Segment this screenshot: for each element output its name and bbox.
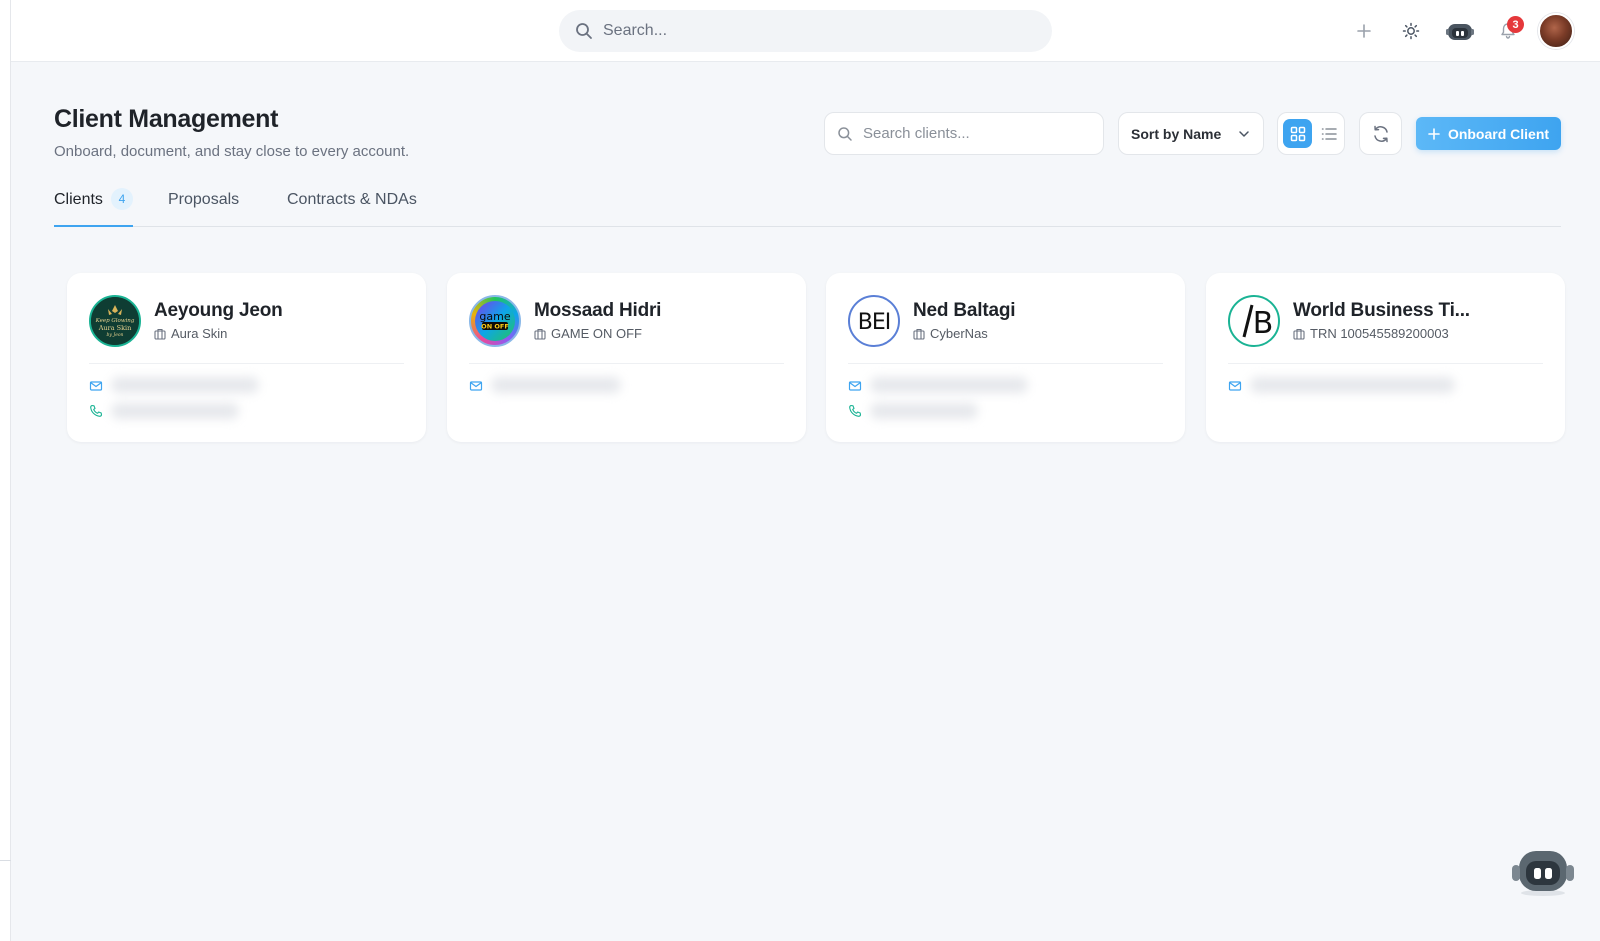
phone-redacted [111, 403, 239, 419]
onboard-client-button[interactable]: Onboard Client [1416, 117, 1561, 150]
email-redacted [491, 377, 621, 393]
client-company-label: CyberNas [930, 326, 988, 341]
tab-clients[interactable]: Clients [54, 191, 103, 209]
view-toggle [1277, 112, 1345, 155]
building-icon [913, 328, 925, 340]
list-icon [1321, 127, 1337, 140]
client-company: Aura Skin [154, 326, 227, 341]
svg-text:ON OFF: ON OFF [481, 323, 509, 331]
global-search-input[interactable] [603, 10, 1033, 52]
client-logo: BEI [848, 295, 900, 347]
client-name: Aeyoung Jeon [154, 300, 283, 321]
client-card[interactable]: BEI Ned Baltagi CyberNas [826, 273, 1185, 442]
email-redacted [111, 377, 259, 393]
floating-assistant-button[interactable] [1510, 847, 1574, 897]
email-redacted [1250, 377, 1455, 393]
tab-contracts[interactable]: Contracts & NDAs [287, 191, 417, 209]
page-subtitle: Onboard, document, and stay close to eve… [54, 143, 410, 160]
logo-lettering: B [1253, 306, 1274, 341]
client-company: CyberNas [913, 326, 988, 341]
refresh-button[interactable] [1359, 112, 1402, 155]
mail-icon [89, 381, 103, 391]
mail-icon [469, 381, 483, 391]
search-icon [575, 22, 593, 40]
mail-icon [1228, 381, 1242, 391]
building-icon [534, 328, 546, 340]
building-icon [1293, 328, 1305, 340]
theme-toggle-button[interactable] [1396, 16, 1426, 46]
phone-icon [849, 404, 862, 417]
client-company-label: GAME ON OFF [551, 326, 642, 341]
mail-icon [848, 381, 862, 391]
phone-icon [90, 404, 103, 417]
grid-icon [1290, 126, 1305, 141]
tab-contracts-label: Contracts & NDAs [287, 191, 417, 208]
tab-clients-label: Clients [54, 191, 103, 208]
building-icon [154, 328, 166, 340]
client-company-label: Aura Skin [171, 326, 228, 341]
assistant-button[interactable] [1443, 16, 1477, 46]
search-icon [837, 126, 853, 142]
logo-lettering: BEI [858, 310, 890, 335]
onboard-client-label: Onboard Client [1447, 125, 1550, 142]
email-redacted [870, 377, 1028, 393]
app-main: 3 Client Management Onboard, document, a… [11, 0, 1600, 941]
left-rail [0, 0, 11, 941]
client-search-input[interactable] [863, 113, 1093, 154]
sort-dropdown[interactable]: Sort by Name [1118, 112, 1264, 155]
notification-badge: 3 [1507, 16, 1524, 33]
client-card[interactable]: Keep Glowing Aura Skin by Jeon Aeyoung J… [67, 273, 426, 442]
global-search[interactable] [559, 10, 1052, 52]
client-logo: game ON OFF [469, 295, 521, 347]
sort-label: Sort by Name [1131, 125, 1222, 142]
client-card[interactable]: game ON OFF Mossaad Hidri GAME ON OFF [447, 273, 806, 442]
clients-count-badge: 4 [111, 188, 133, 210]
refresh-icon [1373, 125, 1388, 142]
client-search[interactable] [824, 112, 1104, 155]
client-name: Ned Baltagi [913, 300, 1016, 321]
top-bar: 3 [11, 0, 1600, 62]
client-name: Mossaad Hidri [534, 300, 662, 321]
grid-view-button[interactable] [1283, 119, 1312, 148]
svg-text:Aura Skin: Aura Skin [98, 324, 132, 332]
tab-proposals[interactable]: Proposals [168, 191, 239, 209]
plus-icon [1428, 127, 1440, 140]
client-card[interactable]: B World Business Ti... TRN 1005455892000… [1206, 273, 1565, 442]
tab-proposals-label: Proposals [168, 191, 240, 208]
client-logo: B [1228, 295, 1280, 347]
client-logo: Keep Glowing Aura Skin by Jeon [89, 295, 141, 347]
robot-icon [1512, 851, 1574, 896]
card-divider [1228, 363, 1543, 364]
active-tab-indicator [54, 225, 133, 227]
list-view-button[interactable] [1316, 119, 1342, 148]
phone-redacted [870, 403, 978, 419]
logo-lettering: game [479, 310, 510, 323]
card-divider [89, 363, 404, 364]
page-title: Client Management [54, 105, 279, 133]
card-divider [848, 363, 1163, 364]
client-company-label: TRN 100545589200003 [1310, 326, 1449, 341]
add-button[interactable] [1349, 16, 1379, 46]
sun-icon [1402, 22, 1420, 40]
svg-text:by Jeon: by Jeon [107, 332, 124, 338]
chevron-down-icon [1239, 131, 1249, 137]
plus-icon [1357, 24, 1371, 38]
client-name: World Business Ti... [1293, 300, 1470, 321]
card-divider [469, 363, 784, 364]
client-company: TRN 100545589200003 [1293, 326, 1449, 341]
client-company: GAME ON OFF [534, 326, 642, 341]
robot-icon [1446, 24, 1474, 40]
user-avatar[interactable] [1538, 13, 1574, 49]
tab-bar: Clients 4 Proposals Contracts & NDAs [54, 182, 1561, 227]
